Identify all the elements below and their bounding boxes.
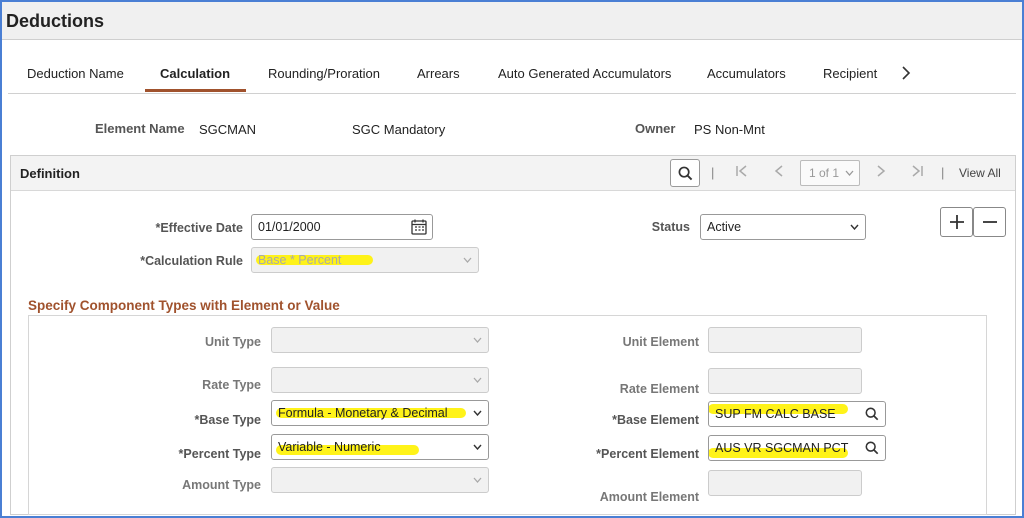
tab-calculation[interactable]: Calculation — [160, 66, 230, 81]
percent-type-value: Variable - Numeric — [278, 440, 381, 454]
percent-element-label: *Percent Element — [596, 447, 699, 461]
rate-type-select — [271, 367, 489, 393]
separator: | — [941, 165, 945, 180]
status-value: Active — [707, 220, 742, 234]
percent-element-field[interactable]: AUS VR SGCMAN PCT — [708, 435, 886, 461]
rate-type-label: Rate Type — [202, 378, 261, 392]
base-element-value: SUP FM CALC BASE — [715, 407, 836, 421]
view-all-link[interactable]: View All — [959, 166, 1001, 180]
owner-value: PS Non-Mnt — [694, 122, 765, 137]
amount-type-label: Amount Type — [182, 478, 261, 492]
unit-type-select — [271, 327, 489, 353]
tab-bar: Deduction Name Calculation Rounding/Pror… — [8, 56, 1016, 94]
unit-element-field — [708, 327, 862, 353]
percent-element-value: AUS VR SGCMAN PCT — [715, 441, 849, 455]
rate-element-label: Rate Element — [619, 382, 699, 396]
effective-date-label: *Effective Date — [155, 221, 243, 235]
search-icon — [678, 166, 692, 180]
element-name-value: SGCMAN — [199, 122, 257, 137]
page-title: Deductions — [6, 11, 105, 31]
definition-title: Definition — [20, 166, 80, 181]
calculation-rule-select: Base * Percent — [251, 247, 479, 273]
chevron-down-icon — [473, 444, 482, 450]
base-element-label: *Base Element — [612, 413, 699, 427]
tab-recipient[interactable]: Recipient — [823, 66, 877, 81]
page-selector-value: 1 of 1 — [809, 166, 840, 180]
chevron-down-icon — [463, 257, 472, 263]
delete-row-button[interactable] — [973, 207, 1006, 237]
chevron-down-icon — [473, 337, 482, 343]
tab-rounding-proration[interactable]: Rounding/Proration — [268, 66, 380, 81]
chevron-down-icon — [473, 377, 482, 383]
page-selector[interactable]: 1 of 1 — [800, 160, 860, 186]
owner-label: Owner — [635, 121, 676, 136]
add-row-button[interactable] — [940, 207, 973, 237]
active-tab-indicator — [145, 89, 246, 92]
element-description: SGC Mandatory — [352, 122, 446, 137]
next-page-icon[interactable] — [876, 164, 886, 181]
base-type-label: *Base Type — [194, 413, 261, 427]
amount-type-select — [271, 467, 489, 493]
search-icon[interactable] — [865, 441, 879, 455]
rate-element-field — [708, 368, 862, 394]
percent-type-select[interactable]: Variable - Numeric — [271, 434, 489, 460]
chevron-down-icon — [473, 410, 482, 416]
tab-accumulators[interactable]: Accumulators — [707, 66, 786, 81]
unit-type-label: Unit Type — [204, 335, 261, 349]
tab-auto-generated-accumulators[interactable]: Auto Generated Accumulators — [498, 66, 671, 81]
tab-deduction-name[interactable]: Deduction Name — [27, 66, 124, 81]
chevron-down-icon — [850, 224, 859, 230]
amount-element-field — [708, 470, 862, 496]
status-select[interactable]: Active — [700, 214, 866, 240]
unit-element-label: Unit Element — [622, 335, 699, 349]
effective-date-value: 01/01/2000 — [258, 220, 321, 234]
title-bar: Deductions — [2, 2, 1022, 40]
plus-icon — [949, 215, 964, 229]
base-type-value: Formula - Monetary & Decimal — [278, 406, 448, 420]
chevron-right-icon[interactable] — [901, 64, 911, 85]
calendar-icon[interactable] — [410, 218, 428, 236]
minus-icon — [982, 221, 997, 223]
base-element-field[interactable]: SUP FM CALC BASE — [708, 401, 886, 427]
effective-date-field[interactable]: 01/01/2000 — [251, 214, 433, 240]
search-button[interactable] — [670, 159, 700, 187]
first-page-icon[interactable] — [735, 164, 749, 181]
tab-arrears[interactable]: Arrears — [417, 66, 460, 81]
definition-header: Definition | 1 of 1 | View All — [11, 156, 1015, 191]
separator: | — [711, 165, 715, 180]
base-type-select[interactable]: Formula - Monetary & Decimal — [271, 400, 489, 426]
chevron-down-icon — [845, 170, 854, 176]
calculation-rule-label: *Calculation Rule — [140, 254, 243, 268]
chevron-down-icon — [473, 477, 482, 483]
percent-type-label: *Percent Type — [178, 447, 261, 461]
component-types-section-title: Specify Component Types with Element or … — [28, 298, 340, 313]
element-name-label: Element Name — [95, 121, 185, 136]
prev-page-icon[interactable] — [774, 164, 784, 181]
last-page-icon[interactable] — [910, 164, 924, 181]
status-label: Status — [651, 220, 690, 234]
search-icon[interactable] — [865, 407, 879, 421]
calculation-rule-value: Base * Percent — [258, 253, 342, 267]
amount-element-label: Amount Element — [599, 490, 699, 504]
